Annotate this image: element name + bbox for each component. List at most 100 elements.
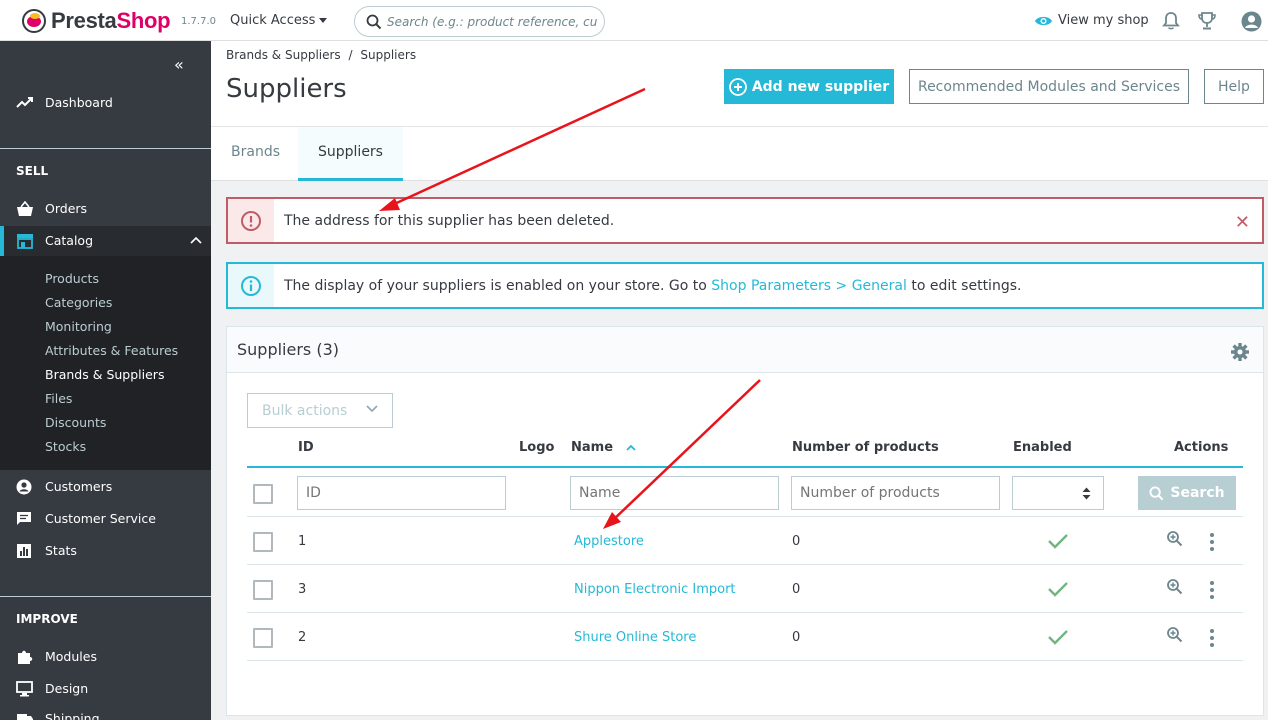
puzzle-icon [18, 650, 33, 664]
truck-icon [17, 714, 33, 720]
column-header-products[interactable]: Number of products [792, 440, 939, 455]
alert-danger-icon-box [228, 199, 274, 242]
grid-title: Suppliers (3) [237, 340, 340, 359]
breadcrumb-separator: / [348, 48, 353, 62]
page-toolbar: Brands & Suppliers / Suppliers Suppliers… [211, 41, 1268, 126]
error-outline-icon [241, 210, 261, 231]
sidebar-subitem-products[interactable]: Products [45, 271, 99, 286]
alert-info: The display of your suppliers is enabled… [226, 262, 1264, 309]
chevron-up-icon[interactable] [190, 236, 202, 244]
tabs-bar: Brands Suppliers [211, 126, 1268, 181]
select-all-checkbox[interactable] [253, 484, 273, 504]
check-icon[interactable] [1047, 628, 1069, 646]
prestashop-logo-icon[interactable] [22, 9, 46, 33]
cell-products: 0 [792, 582, 801, 597]
alert-danger-message: The address for this supplier has been d… [284, 213, 615, 229]
sidebar-subitem-files[interactable]: Files [45, 391, 72, 406]
breadcrumb-current[interactable]: Suppliers [360, 48, 416, 62]
cell-name-link[interactable]: Shure Online Store [574, 630, 696, 645]
shop-parameters-link[interactable]: Shop Parameters > General [711, 278, 907, 294]
cell-products: 0 [792, 630, 801, 645]
account-avatar-icon[interactable] [1241, 11, 1262, 32]
column-header-enabled[interactable]: Enabled [1013, 440, 1072, 455]
zoom-in-icon[interactable] [1166, 578, 1184, 596]
sidebar-subitem-discounts[interactable]: Discounts [45, 415, 106, 430]
desktop-icon [16, 681, 33, 697]
sidebar-subitem-categories[interactable]: Categories [45, 295, 112, 310]
chevron-down-icon [366, 405, 378, 413]
filter-products-input[interactable] [791, 476, 1000, 510]
column-header-logo: Logo [519, 440, 555, 455]
row-checkbox[interactable] [253, 532, 273, 552]
page-title: Suppliers [226, 74, 347, 104]
check-icon[interactable] [1047, 580, 1069, 598]
info-outline-icon [241, 275, 261, 296]
select-arrows-icon [1082, 487, 1091, 500]
sidebar-section-sell: SELL [16, 164, 49, 178]
tab-suppliers[interactable]: Suppliers [298, 127, 403, 181]
row-checkbox[interactable] [253, 580, 273, 600]
view-my-shop-link[interactable]: View my shop [1034, 13, 1149, 28]
add-new-supplier-button[interactable]: Add new supplier [724, 69, 894, 104]
sidebar-section-improve: IMPROVE [16, 612, 78, 626]
more-vertical-icon[interactable] [1208, 532, 1216, 552]
cell-id: 3 [298, 582, 307, 597]
row-divider [247, 660, 1243, 661]
filter-id-input[interactable] [297, 476, 506, 510]
sidebar-subitem-stocks[interactable]: Stocks [45, 439, 86, 454]
help-button[interactable]: Help [1204, 69, 1264, 104]
trophy-icon[interactable] [1197, 11, 1217, 31]
zoom-in-icon[interactable] [1166, 530, 1184, 548]
sort-ascending-icon[interactable] [625, 444, 636, 451]
account-circle-icon [16, 479, 32, 495]
sidebar-subitem-attributes[interactable]: Attributes & Features [45, 343, 178, 358]
recommended-modules-button[interactable]: Recommended Modules and Services [909, 69, 1189, 104]
cell-id: 2 [298, 630, 307, 645]
close-alert-icon[interactable]: ✕ [1235, 212, 1250, 233]
filter-enabled-select[interactable] [1012, 476, 1104, 510]
cell-id: 1 [298, 534, 307, 549]
trending-up-icon [16, 97, 33, 108]
row-checkbox[interactable] [253, 628, 273, 648]
grid-header: Suppliers (3) [227, 327, 1263, 373]
bar-chart-icon [17, 544, 31, 558]
top-header: PrestaShop 1.7.7.0 Quick Access View my … [0, 0, 1268, 41]
suppliers-grid-card: Suppliers (3) Bulk actions ID Logo Name … [226, 326, 1264, 716]
shopping-basket-icon [17, 201, 33, 216]
collapse-sidebar-icon[interactable]: « [174, 55, 184, 74]
header-search[interactable] [354, 6, 605, 37]
cell-name-link[interactable]: Nippon Electronic Import [574, 582, 736, 597]
sidebar-subitem-monitoring[interactable]: Monitoring [45, 319, 112, 334]
cell-products: 0 [792, 534, 801, 549]
breadcrumb-parent[interactable]: Brands & Suppliers [226, 48, 341, 62]
prestashop-logo-text[interactable]: PrestaShop [51, 8, 171, 34]
cell-name-link[interactable]: Applestore [574, 534, 644, 549]
zoom-in-icon[interactable] [1166, 626, 1184, 644]
alert-danger: The address for this supplier has been d… [226, 197, 1264, 244]
more-vertical-icon[interactable] [1208, 628, 1216, 648]
header-underline [247, 466, 1243, 468]
catalog-submenu [0, 256, 211, 470]
notifications-bell-icon[interactable] [1162, 11, 1180, 31]
header-search-input[interactable] [387, 12, 597, 32]
more-vertical-icon[interactable] [1208, 580, 1216, 600]
row-divider [247, 516, 1243, 517]
eye-icon [1035, 16, 1052, 26]
sidebar-divider [0, 596, 211, 597]
bulk-actions-dropdown[interactable]: Bulk actions [247, 393, 393, 428]
filter-name-input[interactable] [570, 476, 779, 510]
breadcrumb: Brands & Suppliers / Suppliers [226, 48, 416, 62]
search-icon [366, 14, 382, 30]
sidebar-subitem-brands-suppliers[interactable]: Brands & Suppliers [45, 367, 164, 382]
gear-icon[interactable] [1230, 342, 1250, 362]
add-circle-icon [728, 77, 747, 96]
check-icon[interactable] [1047, 532, 1069, 550]
version-label: 1.7.7.0 [181, 16, 216, 27]
alert-info-message: The display of your suppliers is enabled… [284, 278, 1022, 294]
filter-search-button[interactable]: Search [1138, 476, 1236, 510]
column-header-id[interactable]: ID [298, 440, 314, 455]
row-divider [247, 564, 1243, 565]
tab-brands[interactable]: Brands [211, 127, 300, 181]
quick-access-dropdown[interactable]: Quick Access [230, 13, 328, 28]
column-header-name[interactable]: Name [571, 440, 636, 455]
